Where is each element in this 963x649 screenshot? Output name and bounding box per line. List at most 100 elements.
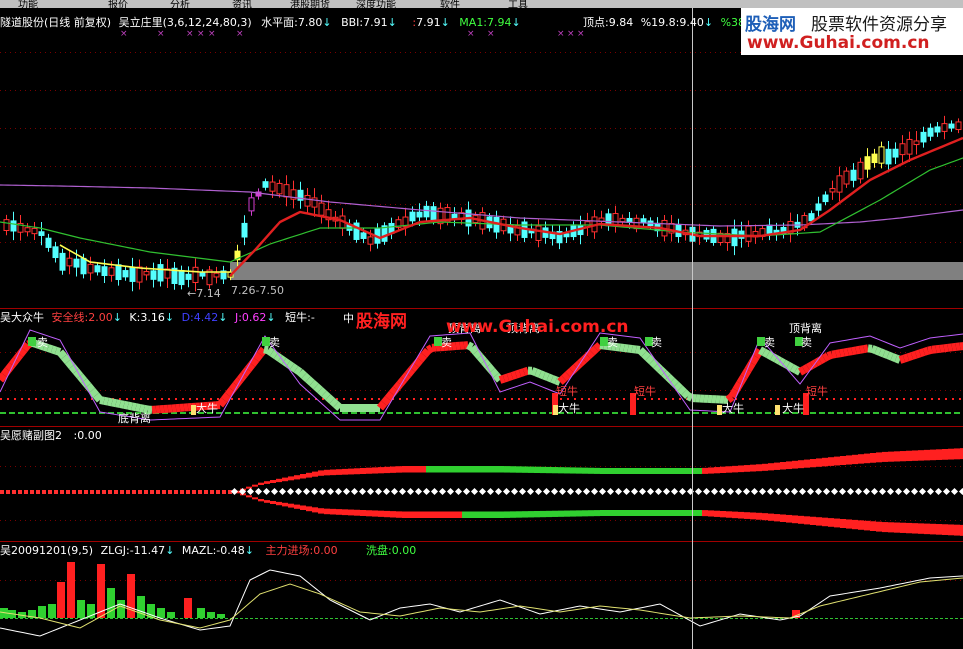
- volume-bar: [117, 600, 125, 618]
- diamond-marker: [918, 487, 927, 496]
- flat-marker: [192, 490, 196, 494]
- flat-marker: [204, 490, 208, 494]
- candle-body: [857, 161, 864, 180]
- kdj-ribbon-segment: [894, 354, 902, 364]
- lower-band-step: [558, 510, 564, 517]
- signal-cross-icon: ×: [236, 29, 244, 39]
- upper-band-step: [906, 450, 912, 462]
- candle-body: [822, 194, 829, 203]
- upper-band-step: [426, 466, 432, 473]
- diamond-marker: [790, 487, 799, 496]
- kdj-ribbon-segment: [782, 359, 790, 369]
- kdj-ribbon-segment: [56, 349, 68, 360]
- upper-band-step: [492, 466, 498, 473]
- lower-band-step: [948, 524, 954, 536]
- lower-band-step: [294, 504, 300, 509]
- lower-band-step: [336, 509, 342, 515]
- upper-band-step: [786, 461, 792, 470]
- candle-body: [52, 246, 59, 259]
- main-header: 隧道股份(日线 前复权) 吴立庄里(3,6,12,24,80,3) 水平面:7.…: [0, 16, 521, 29]
- kdj-ribbon-segment: [802, 363, 810, 374]
- lower-band-step: [438, 511, 444, 518]
- upper-band-step: [588, 467, 594, 474]
- flat-marker: [174, 490, 178, 494]
- candle-body: [815, 203, 822, 211]
- flat-marker: [90, 490, 94, 494]
- kdj-ribbon-segment: [518, 368, 526, 378]
- lower-band-step: [540, 510, 546, 518]
- kdj-ribbon-segment: [565, 367, 575, 378]
- upper-band-step: [738, 465, 744, 473]
- stock-chart-window: 功能 报价 分析 资讯 港股期货 深度功能 软件 工具 × × × × × × …: [0, 0, 963, 649]
- flat-marker: [108, 490, 112, 494]
- kdj-ribbon-segment: [380, 395, 392, 406]
- upper-band-step: [678, 468, 684, 474]
- candle-body: [24, 227, 31, 233]
- lower-band-step: [606, 510, 612, 516]
- diamond-marker: [606, 487, 615, 496]
- diamond-marker: [230, 487, 239, 496]
- lower-band-step: [846, 519, 852, 529]
- diamond-marker: [798, 487, 807, 496]
- diamond-marker: [326, 487, 335, 496]
- diamond-marker: [646, 487, 655, 496]
- diamond-marker: [654, 487, 663, 496]
- kdj-ribbon-segment: [851, 346, 857, 356]
- kdj-ribbon-segment: [123, 400, 129, 410]
- candle-body: [906, 138, 913, 155]
- upper-band-step: [954, 448, 960, 460]
- site-logo: 股海网 股票软件资源分享 www.Guhai.com.cn: [741, 8, 963, 55]
- kdj-ribbon-segment: [269, 349, 279, 359]
- lower-band-step: [588, 510, 594, 517]
- kdj-ribbon-segment: [293, 365, 303, 376]
- kdj-ribbon-segment: [686, 392, 694, 402]
- upper-band-step: [642, 468, 648, 474]
- kdj-ribbon-segment: [855, 345, 861, 355]
- flat-marker: [180, 490, 184, 494]
- kdj-ribbon-segment: [847, 347, 853, 356]
- down-arrow-icon: ↓: [703, 16, 714, 29]
- lower-band-step: [720, 511, 726, 518]
- indicator-panel-2: [0, 329, 963, 421]
- lower-band-step: [924, 523, 930, 535]
- kdj-ribbon-segment: [111, 398, 117, 408]
- kdj-ribbon-segment: [468, 344, 480, 355]
- lower-band-step: [768, 513, 774, 521]
- diamond-marker: [902, 487, 911, 496]
- candle-body: [948, 123, 955, 129]
- kdj-ribbon-segment: [550, 375, 558, 385]
- lower-band-step: [522, 511, 528, 518]
- lower-band-step: [330, 508, 336, 515]
- kdj-ribbon-segment: [506, 372, 514, 382]
- diamond-marker: [550, 487, 559, 496]
- upper-band-step: [540, 466, 546, 474]
- lower-band-step: [486, 511, 492, 518]
- upper-band-step: [672, 468, 678, 474]
- diamond-marker: [710, 487, 719, 496]
- diamond-marker: [358, 487, 367, 496]
- diamond-marker: [926, 487, 935, 496]
- candle-body: [535, 225, 542, 241]
- kdj-ribbon-segment: [728, 387, 740, 399]
- volume-bar: [197, 608, 205, 618]
- diamond-marker: [406, 487, 415, 496]
- diamond-marker: [374, 487, 383, 496]
- candle-body: [563, 233, 570, 238]
- diamond-marker: [350, 487, 359, 496]
- kdj-ribbon-segment: [127, 401, 133, 411]
- volume-bar: [57, 582, 65, 618]
- sell-tag-3: 卖: [441, 336, 452, 349]
- diamond-marker: [910, 487, 919, 496]
- lower-band-step: [462, 511, 468, 518]
- lower-band-step: [276, 501, 282, 506]
- volume-bar: [157, 608, 165, 618]
- upper-band-step: [804, 459, 810, 468]
- kdj-ribbon-segment: [649, 358, 659, 369]
- kdj-ribbon-segment: [762, 348, 770, 358]
- lower-band-step: [900, 522, 906, 533]
- lower-band-step: [360, 510, 366, 516]
- lower-band-step: [852, 519, 858, 530]
- diamond-marker: [886, 487, 895, 496]
- logo-brand: 股海网: [745, 15, 796, 35]
- kdj-ribbon-segment: [874, 346, 882, 356]
